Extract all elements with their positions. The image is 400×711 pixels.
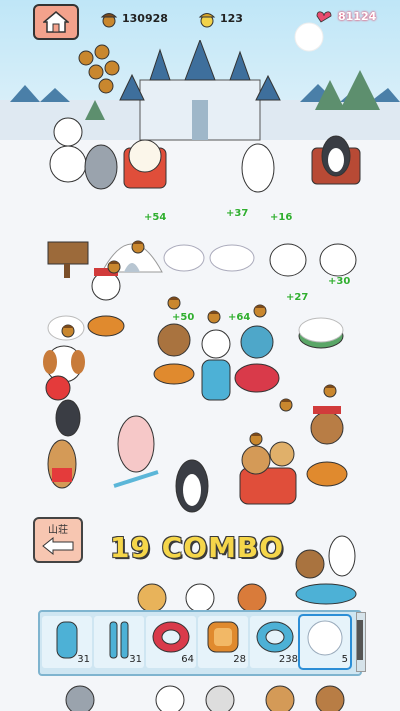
polar-bear-on-board xyxy=(201,329,231,401)
item-count: 31 xyxy=(77,654,90,665)
acorn-pile xyxy=(78,44,120,94)
score-popup: +64 xyxy=(228,312,251,323)
arrow-left-icon xyxy=(42,537,74,555)
snow-bush xyxy=(298,317,344,349)
toolbar-slot-wooden-sled[interactable]: 28 xyxy=(198,616,248,668)
acorn-reward-icon[interactable] xyxy=(106,256,122,274)
toolbar-slot-blue-tube[interactable]: 238 xyxy=(250,616,300,668)
lodge-button[interactable]: 山荘 xyxy=(33,517,83,563)
lodge-button-label: 山荘 xyxy=(48,525,68,536)
acorn-reward-icon[interactable] xyxy=(278,394,294,412)
item-count: 31 xyxy=(129,654,142,665)
score-popup: +30 xyxy=(328,276,351,287)
sun-icon xyxy=(294,22,324,52)
snow-creatures xyxy=(269,243,357,277)
waiting-animals xyxy=(137,583,267,613)
item-count: 5 xyxy=(341,654,348,665)
red-tube-icon xyxy=(152,621,190,653)
item-count: 28 xyxy=(233,654,246,665)
acorn-count: 130928 xyxy=(122,12,168,25)
golden-acorn-icon xyxy=(198,13,216,28)
combo-counter: 19 COMBO xyxy=(110,531,285,564)
penguin-skier xyxy=(175,459,209,513)
hearts-count: 81124 xyxy=(338,10,377,23)
toolbar-slot-blue-sled[interactable]: 31 xyxy=(42,616,92,668)
acorn-icon xyxy=(100,13,118,28)
acorn-reward-icon[interactable] xyxy=(252,300,268,318)
house-icon xyxy=(43,11,69,33)
toolbar-slot-skis[interactable]: 31 xyxy=(94,616,144,668)
blue-tube-icon xyxy=(256,621,294,653)
score-popup: +27 xyxy=(286,292,309,303)
wooden-sled-icon xyxy=(207,621,239,653)
toolbar-slot-snowball[interactable]: 5 xyxy=(298,614,352,670)
penguin-on-sled xyxy=(311,135,361,185)
bottom-animals xyxy=(65,685,345,711)
bear-on-sled xyxy=(153,323,195,385)
snowball-icon xyxy=(307,620,343,656)
dogs-on-sled xyxy=(239,441,297,505)
acorn-reward-icon[interactable] xyxy=(130,236,146,254)
acorn-reward-icon[interactable] xyxy=(248,428,264,446)
item-count: 64 xyxy=(181,654,194,665)
score-popup: +37 xyxy=(226,208,249,219)
monkey-on-tube xyxy=(234,325,280,393)
bear-in-hat-sled xyxy=(306,406,348,487)
acorn-reward-icon[interactable] xyxy=(166,292,182,310)
score-popup: +16 xyxy=(270,212,293,223)
sheep-on-sled xyxy=(123,139,167,189)
white-cat-skating xyxy=(241,143,275,193)
item-count: 238 xyxy=(278,654,298,665)
score-popup: +54 xyxy=(144,212,167,223)
home-button[interactable] xyxy=(33,4,79,40)
toolbar-scroll-thumb[interactable] xyxy=(357,620,363,660)
penguin-and-cat-skiers xyxy=(45,375,81,489)
acorn-reward-icon[interactable] xyxy=(206,306,222,324)
chef-rabbit-and-bear xyxy=(295,535,357,605)
acorn-reward-icon[interactable] xyxy=(322,380,338,398)
score-popup: +50 xyxy=(172,312,195,323)
snow-mounds xyxy=(163,244,255,272)
acorn-reward-icon[interactable] xyxy=(60,320,76,338)
pink-cat-skiing xyxy=(113,415,159,488)
golden-acorn-count: 123 xyxy=(220,12,243,25)
toolbar-slot-red-tube[interactable]: 64 xyxy=(146,616,196,668)
snowman-and-cat xyxy=(49,117,118,190)
